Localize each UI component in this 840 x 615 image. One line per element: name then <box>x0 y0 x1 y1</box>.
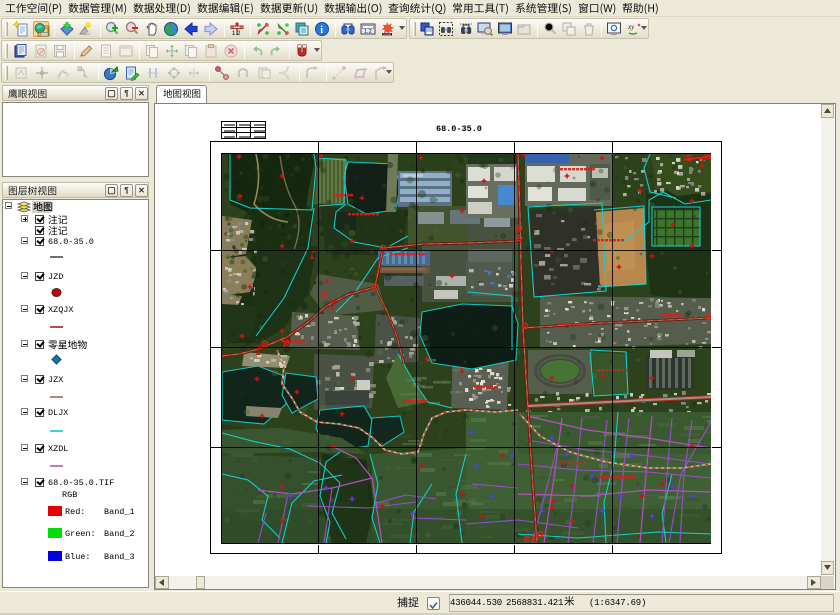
svg-text:i: i <box>320 25 323 36</box>
svg-text:1.2: 1.2 <box>364 29 372 35</box>
svg-text:xy: xy <box>627 23 635 31</box>
svg-text:GOOD: GOOD <box>383 32 392 36</box>
svg-text:1 2: 1 2 <box>232 31 241 37</box>
